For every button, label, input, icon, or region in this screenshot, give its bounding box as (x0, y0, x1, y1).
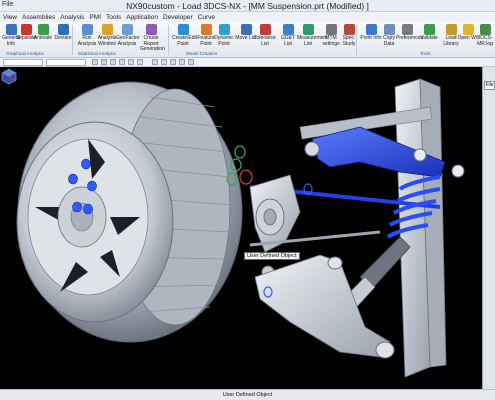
deviate-button[interactable]: Deviate (52, 24, 74, 42)
validate-icon (423, 24, 435, 35)
ribbon-separator (72, 25, 73, 55)
preferences-button[interactable]: Preferences (396, 24, 423, 42)
create-edit-point-icon (177, 24, 189, 35)
point-info-icon (365, 24, 377, 35)
ribbon-group-label: Graphical Analysis (6, 51, 44, 56)
tool-label: Tolerance List (254, 35, 276, 47)
validate-button[interactable]: Validate (418, 24, 440, 42)
menu-item-view[interactable]: View (3, 14, 17, 21)
menu-item-analysis[interactable]: Analysis (60, 14, 84, 21)
graphics-viewport[interactable]: User Defined Object (0, 67, 482, 389)
preferences-icon (401, 24, 413, 35)
wheel-rim[interactable] (16, 121, 174, 323)
menu-item-tools[interactable]: Tools (106, 14, 121, 21)
menu-item-pmi[interactable]: PMI (89, 14, 101, 21)
tool-label: Run Analysis (77, 35, 97, 47)
animate-icon (37, 24, 49, 35)
copy-data-icon (383, 24, 395, 35)
create-edit-point-button[interactable]: Create/Edit Point (172, 24, 198, 47)
tool-label: Analysis Window (97, 35, 117, 47)
tool-label: Copy Data (383, 35, 395, 47)
hover-tooltip: User Defined Object (244, 252, 300, 260)
ribbon-group-label: Model Creation (186, 51, 218, 56)
suspension-model[interactable] (0, 67, 482, 389)
menu-item-developer[interactable]: Developer (163, 14, 193, 21)
menu-item-application[interactable]: Application (126, 14, 158, 21)
selection-scope-dropdown[interactable] (46, 59, 86, 66)
gdt-list-button[interactable]: GD&T List (277, 24, 299, 47)
measurement-list-icon (302, 24, 314, 35)
run-analysis-icon (81, 24, 93, 35)
tolerance-list-button[interactable]: Tolerance List (254, 24, 276, 47)
face-icon[interactable] (128, 59, 134, 65)
view-icon[interactable] (152, 59, 158, 65)
run-analysis-button[interactable]: Run Analysis (76, 24, 98, 47)
tool-label: Create Report Generation (140, 35, 165, 52)
file-tab[interactable]: File (484, 81, 495, 90)
open-wrl-icon (462, 24, 474, 35)
deviate-icon (57, 24, 69, 35)
render-style-icon[interactable] (188, 59, 194, 65)
3dcs-mr-button[interactable]: 3DCS-MR log (474, 24, 495, 47)
geofactor-button[interactable]: GeoFactor Analysis (116, 24, 140, 47)
rotate-icon[interactable] (170, 59, 176, 65)
ribbon-separator (168, 25, 169, 55)
snap-icon[interactable] (92, 59, 98, 65)
body-icon[interactable] (137, 59, 143, 65)
gdt-list-icon (282, 24, 294, 35)
ribbon-group-label: Tools (420, 51, 431, 56)
separate-icon (20, 24, 32, 35)
menu-item-curve[interactable]: Curve (198, 14, 215, 21)
spec-study-icon (343, 24, 355, 35)
report-button[interactable]: Create Report Generation (140, 24, 165, 53)
pan-icon[interactable] (179, 59, 185, 65)
select-icon[interactable] (101, 59, 107, 65)
ribbon-separator (356, 25, 357, 55)
tolerance-list-icon (259, 24, 271, 35)
ribbon-toolbar: General Info Separate Animate Deviate Run An… (0, 22, 495, 58)
tool-label: Animate (33, 35, 53, 41)
dynamic-point-icon (218, 24, 230, 35)
selection-toolbar (0, 58, 495, 67)
menu-item-assemblies[interactable]: Assemblies (22, 14, 55, 21)
point-icon[interactable] (110, 59, 116, 65)
geofactor-icon (121, 24, 133, 35)
tool-label: Spec. Study (342, 35, 356, 47)
tool-label: Create/Edit Point (172, 35, 198, 47)
menu-bar: View Assemblies Analysis PMI Tools Applicatio… (0, 12, 495, 22)
tool-label: GeoFactor Analysis (116, 35, 140, 47)
analysis-window-button[interactable]: Analysis Window (96, 24, 118, 47)
mtm-settings-icon (325, 24, 337, 35)
dynamic-point-button[interactable]: Dynamic Point (213, 24, 235, 47)
tool-label: 3DCS-MR log (477, 35, 493, 47)
feature-point-icon (200, 24, 212, 35)
view-triad-icon[interactable] (0, 67, 18, 85)
resource-bar: File (482, 67, 495, 389)
ribbon-group-label: Statistical Analysis (78, 51, 116, 56)
status-bar: User Defined Object (0, 389, 495, 400)
selection-filter-dropdown[interactable] (3, 59, 43, 66)
tool-label: Deviate (54, 35, 72, 41)
measurement-list-button[interactable]: Measurement List (297, 24, 328, 47)
move-list-icon (240, 24, 252, 35)
window-title: NX90custom - Load 3DCS-NX - [MM Suspensi… (126, 1, 369, 11)
tool-label: GD&T List (281, 35, 295, 47)
tool-label: Validate (420, 35, 438, 41)
load-library-icon (445, 24, 457, 35)
curve-icon[interactable] (119, 59, 125, 65)
title-bar: File NX90custom - Load 3DCS-NX - [MM Sus… (0, 0, 495, 12)
zoom-icon[interactable] (161, 59, 167, 65)
analysis-window-icon (101, 24, 113, 35)
3dcs-mr-icon (479, 24, 491, 35)
tool-label: Dynamic Point (214, 35, 234, 47)
report-icon (145, 24, 157, 35)
animate-button[interactable]: Animate (32, 24, 54, 42)
